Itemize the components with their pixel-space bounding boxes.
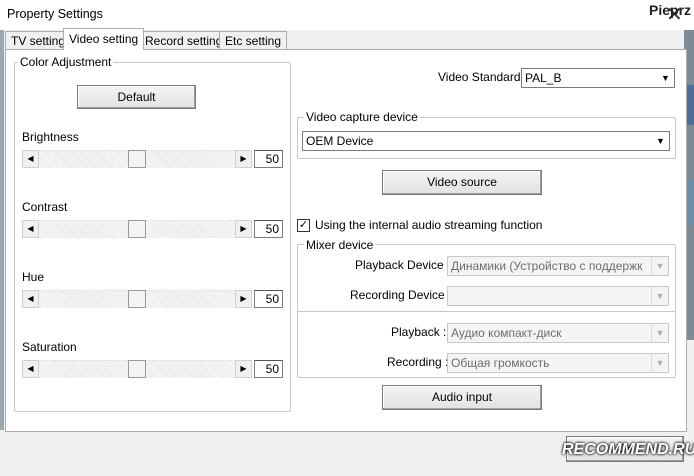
saturation-label: Saturation [22,340,77,354]
brightness-label: Brightness [22,130,79,144]
video-capture-label: Video capture device [304,110,420,124]
mixer-divider [298,311,675,312]
dropdown-arrow-icon[interactable]: ▼ [652,132,669,150]
hue-left-arrow-icon[interactable]: ◀ [22,290,39,308]
background-strip-left [0,30,4,430]
video-source-button[interactable]: Video source [382,170,542,195]
dropdown-arrow-icon[interactable]: ▼ [651,354,668,372]
recording-select[interactable]: Общая громкость ▼ [447,353,669,373]
hue-slider-thumb[interactable] [128,290,146,308]
audio-streaming-checkbox-label[interactable]: Using the internal audio streaming funct… [315,218,542,232]
playback-device-label: Playback Device : [355,258,451,272]
check-icon[interactable]: ✓ [297,219,310,232]
saturation-right-arrow-icon[interactable]: ▶ [235,360,252,378]
title-bar [0,0,694,30]
recording-value: Общая громкость [451,356,550,370]
contrast-slider-thumb[interactable] [128,220,146,238]
playback-label: Playback : [391,325,447,339]
video-standard-label: Video Standard : [438,70,528,84]
username-overlay: Pieprz [649,2,692,18]
playback-select[interactable]: Аудио компакт-диск ▼ [447,323,669,343]
watermark-text: RECOMMEND.RU [562,441,694,458]
saturation-slider-thumb[interactable] [128,360,146,378]
video-standard-value: PAL_B [525,71,562,85]
recording-device-label: Recording Device : [350,288,452,302]
dropdown-arrow-icon[interactable]: ▼ [651,324,668,342]
mixer-device-label: Mixer device [304,238,376,252]
capture-device-value: OEM Device [306,134,374,148]
dropdown-arrow-icon[interactable]: ▼ [657,69,674,87]
window-title: Property Settings [7,7,103,21]
tab-record-setting[interactable]: Record setting [139,31,229,49]
brightness-left-arrow-icon[interactable]: ◀ [22,150,39,168]
brightness-right-arrow-icon[interactable]: ▶ [235,150,252,168]
playback-device-value: Динамики (Устройство с поддержк [451,259,643,273]
dropdown-arrow-icon[interactable]: ▼ [651,257,668,275]
tab-tv-setting[interactable]: TV setting [5,31,72,49]
default-button[interactable]: Default [77,85,196,109]
contrast-left-arrow-icon[interactable]: ◀ [22,220,39,238]
hue-label: Hue [22,270,45,284]
dropdown-arrow-icon[interactable]: ▼ [651,287,668,305]
playback-device-select[interactable]: Динамики (Устройство с поддержк ▼ [447,256,669,276]
contrast-value: 50 [254,220,283,238]
recording-device-select[interactable]: ▼ [447,286,669,306]
brightness-slider-thumb[interactable] [128,150,146,168]
hue-value: 50 [254,290,283,308]
tab-video-setting[interactable]: Video setting [63,28,145,50]
color-adjustment-label: Color Adjustment [18,55,114,69]
playback-value: Аудио компакт-диск [451,326,562,340]
capture-device-select[interactable]: OEM Device ▼ [302,131,670,151]
saturation-left-arrow-icon[interactable]: ◀ [22,360,39,378]
contrast-right-arrow-icon[interactable]: ▶ [235,220,252,238]
video-standard-select[interactable]: PAL_B ▼ [521,68,675,88]
saturation-value: 50 [254,360,283,378]
contrast-label: Contrast [22,200,68,214]
hue-right-arrow-icon[interactable]: ▶ [235,290,252,308]
brightness-value: 50 [254,150,283,168]
tab-etc-setting[interactable]: Etc setting [219,31,288,49]
recording-label: Recording : [387,355,449,369]
audio-input-button[interactable]: Audio input [382,385,542,410]
